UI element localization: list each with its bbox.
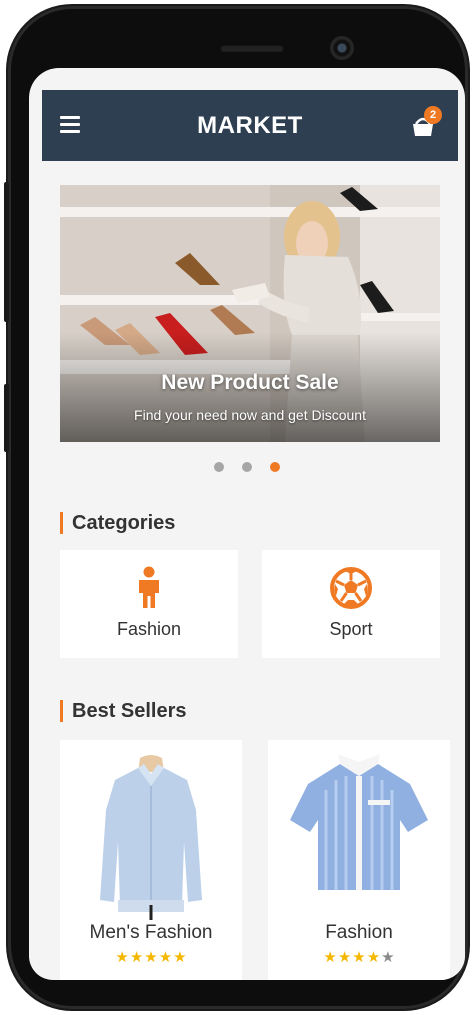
star-filled-icon: ★ [337,949,352,966]
star-empty-icon: ★ [381,949,395,966]
product-name: Men's Fashion [89,922,213,943]
banner-title: New Product Sale [161,371,339,394]
phone-frame: MARKET 2 New Product Sale Find your need… [4,6,468,1009]
product-image-striped-shirt [290,754,428,890]
best-sellers-heading: Best Sellers [60,700,187,722]
soccer-ball-icon [330,567,372,609]
earpiece-speaker [220,44,284,52]
product-rating: ★ ★ ★ ★ ★ [268,950,450,966]
star-filled-icon: ★ [115,949,129,966]
carousel-indicator [29,462,465,472]
star-filled-icon: ★ [366,949,381,966]
product-name: Fashion [325,922,393,943]
star-filled-icon: ★ [352,949,366,966]
star-filled-icon: ★ [144,949,158,966]
volume-down-button [4,384,9,452]
carousel-dot-3[interactable] [270,462,280,472]
star-filled-icon: ★ [158,949,173,966]
product-card-mens-fashion[interactable]: Men's Fashion ★ ★ ★ ★ ★ [60,740,242,980]
category-card-sport[interactable]: Sport [262,550,440,658]
product-rating: ★ ★ ★ ★ ★ [60,950,242,966]
app-header: MARKET 2 [42,90,458,161]
categories-heading: Categories [60,512,175,534]
person-icon [139,566,159,608]
star-filled-icon: ★ [129,949,144,966]
category-label: Fashion [116,619,182,639]
star-filled-icon: ★ [323,949,337,966]
banner-subtitle: Find your need now and get Discount [134,407,366,423]
carousel-dot-2[interactable] [242,462,252,472]
carousel-dot-1[interactable] [214,462,224,472]
app-screen: MARKET 2 New Product Sale Find your need… [29,68,465,980]
app-title: MARKET [197,111,303,139]
star-filled-icon: ★ [173,949,187,966]
category-card-fashion[interactable]: Fashion [60,550,238,658]
hamburger-menu-icon[interactable] [60,116,80,134]
category-label: Sport [329,619,373,639]
cart-button[interactable]: 2 [408,106,442,140]
volume-up-button [4,182,9,322]
promo-banner[interactable]: New Product Sale Find your need now and … [60,185,440,442]
product-card-fashion[interactable]: Fashion ★ ★ ★ ★ ★ [268,740,450,980]
front-camera [330,36,354,60]
cart-count-badge: 2 [424,106,442,124]
product-image-dress-shirt [100,755,202,920]
